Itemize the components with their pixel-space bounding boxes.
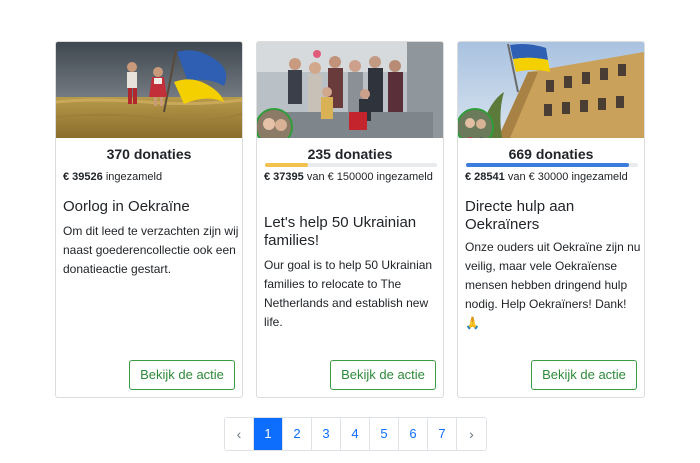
amount-raised-label: ingezameld [105,171,163,183]
amount-value: € 39526 [63,171,103,183]
amount-raised: € 28541 van € 30000 ingezameld [465,169,641,185]
view-campaign-button[interactable]: Bekijk de actie [129,360,235,390]
amount-raised: € 39526 ingezameld [63,169,239,185]
page-link[interactable]: 7 [428,418,457,450]
campaign-card: 235 donaties € 37395 van € 150000 ingeza… [256,41,444,398]
campaign-image-direct-help[interactable] [458,42,644,138]
page-link[interactable]: 4 [341,418,370,450]
campaign-card-list: 370 donaties € 39526 ingezameld Oorlog i… [55,41,645,398]
campaign-description: Our goal is to help 50 Ukrainian familie… [264,258,433,329]
page-link[interactable]: 3 [312,418,341,450]
pagination: ‹ 1 2 3 4 5 6 7 › [224,417,487,451]
progress-bar [466,163,638,167]
donation-count: 235 donaties [307,146,393,162]
view-campaign-button[interactable]: Bekijk de actie [531,360,637,390]
progress-bar-fill [265,163,308,167]
amount-raised: € 37395 van € 150000 ingezameld [264,169,440,185]
campaign-title: Oorlog in Oekraïne [63,198,190,215]
amount-value: € 28541 [465,171,505,183]
amount-value: € 37395 [264,171,304,183]
campaign-title: Directe hulp aan Oekraïners [465,198,575,233]
campaign-description: Om dit leed te verzachten zijn wij naast… [63,224,239,276]
donation-count: 669 donaties [508,146,594,162]
amount-raised-label: van € 150000 ingezameld [306,171,433,183]
donation-count: 370 donaties [106,146,192,162]
campaign-card: 669 donaties € 28541 van € 30000 ingezam… [457,41,645,398]
page-link[interactable]: 5 [370,418,399,450]
page-link[interactable]: 1 [254,418,283,450]
campaign-image-help-families[interactable] [257,42,443,138]
campaign-card: 370 donaties € 39526 ingezameld Oorlog i… [55,41,243,398]
campaign-title: Let's help 50 Ukrainian families! [264,214,417,249]
campaign-image-war-in-ukraine[interactable] [56,42,242,138]
campaign-description: Onze ouders uit Oekraïne zijn nu veilig,… [465,240,641,330]
view-campaign-button[interactable]: Bekijk de actie [330,360,436,390]
progress-bar-fill [466,163,630,167]
progress-bar [265,163,437,167]
previous-page-icon[interactable]: ‹ [225,418,254,450]
amount-raised-label: van € 30000 ingezameld [507,171,628,183]
page-link[interactable]: 6 [399,418,428,450]
next-page-icon[interactable]: › [457,418,486,450]
page-link[interactable]: 2 [283,418,312,450]
